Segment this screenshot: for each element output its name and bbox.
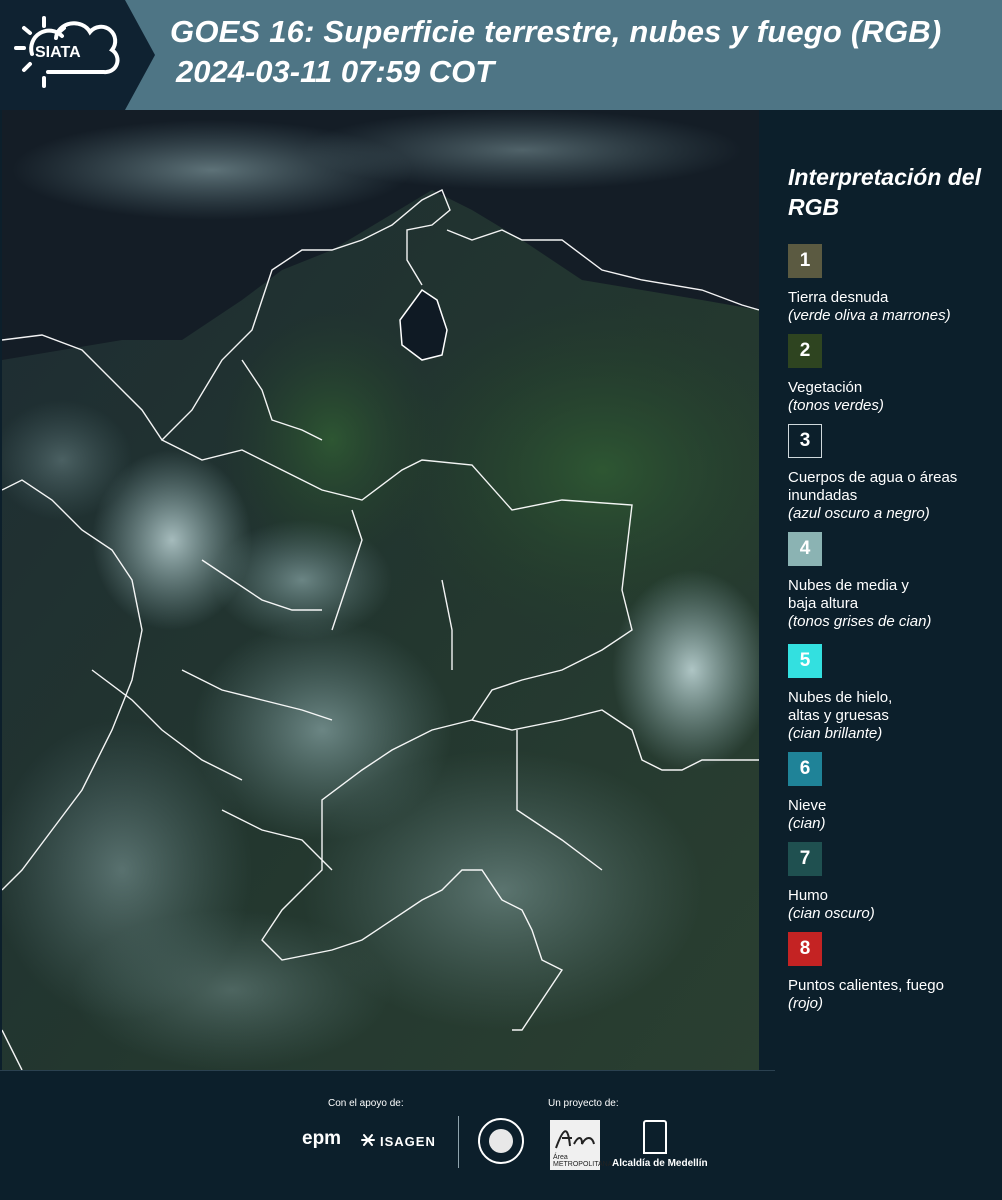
legend-label-7: Humo	[788, 887, 829, 904]
isagen-icon	[361, 1134, 375, 1146]
legend-note-7: (cian oscuro)	[788, 905, 875, 922]
legend-note-6: (cian)	[788, 815, 826, 832]
legend-note-4: (tonos grises de cian)	[788, 613, 932, 630]
siata-logo-text: SIATA	[35, 44, 81, 61]
legend-note-5: (cian brillante)	[788, 725, 883, 742]
legend-label-6: Nieve	[788, 797, 827, 814]
legend-item-1: 1 Tierra desnuda (verde oliva a marrones…	[788, 244, 998, 325]
legend-note-1: (verde oliva a marrones)	[788, 307, 951, 324]
header-bar: SIATA GOES 16: Superficie terrestre, nub…	[0, 0, 1002, 110]
support-label: Con el apoyo de:	[328, 1098, 404, 1109]
area-logo-text: Área METROPOLITANA	[553, 1154, 613, 1168]
area-metropolitana-logo[interactable]: Área METROPOLITANA	[550, 1120, 612, 1170]
legend-item-3: 3 Cuerpos de agua o áreas inundadas (azu…	[788, 424, 998, 523]
legend-swatch-3: 3	[788, 424, 822, 458]
alcaldia-shield-icon	[643, 1120, 667, 1154]
legend-note-8: (rojo)	[788, 995, 824, 1012]
siata-logo[interactable]: SIATA	[0, 0, 125, 110]
legend-note-3: (azul oscuro a negro)	[788, 505, 930, 522]
legend-swatch-2: 2	[788, 334, 822, 368]
legend-item-8: 8 Puntos calientes, fuego (rojo)	[788, 932, 998, 1013]
isagen-logo[interactable]: ISAGEN	[380, 1134, 436, 1149]
legend-swatch-6: 6	[788, 752, 822, 786]
legend-swatch-4: 4	[788, 532, 822, 566]
legend-title: Interpretación del RGB	[788, 164, 981, 220]
legend-item-4: 4 Nubes de media y baja altura (tonos gr…	[788, 532, 998, 631]
logo-chevron	[125, 0, 155, 110]
legend-item-2: 2 Vegetación (tonos verdes)	[788, 334, 998, 415]
legend-swatch-5: 5	[788, 644, 822, 678]
legend-swatch-1: 1	[788, 244, 822, 278]
page-title: GOES 16: Superficie terrestre, nubes y f…	[170, 14, 942, 49]
satellite-map-image	[2, 110, 759, 1070]
legend-item-6: 6 Nieve (cian)	[788, 752, 998, 833]
page-timestamp: 2024-03-11 07:59 COT	[176, 54, 495, 89]
footer-divider	[0, 1070, 775, 1071]
seal-emblem	[489, 1129, 513, 1153]
legend-label-5: Nubes de hielo, altas y gruesas	[788, 689, 893, 724]
legend-label-2: Vegetación	[788, 379, 863, 396]
epm-logo[interactable]: epm	[302, 1128, 341, 1150]
legend-panel: Interpretación del RGB 1 Tierra desnuda …	[760, 110, 1002, 1070]
legend-label-4: Nubes de media y baja altura	[788, 577, 909, 612]
medellin-seal-icon[interactable]	[478, 1118, 524, 1164]
project-label: Un proyecto de:	[548, 1098, 619, 1109]
footer: Con el apoyo de: Un proyecto de: epm ISA…	[0, 1070, 1002, 1200]
legend-swatch-8: 8	[788, 932, 822, 966]
legend-label-1: Tierra desnuda	[788, 289, 889, 306]
footer-separator	[458, 1116, 459, 1168]
legend-label-8: Puntos calientes, fuego	[788, 977, 944, 994]
legend-label-3: Cuerpos de agua o áreas inundadas	[788, 469, 958, 504]
area-script-icon	[555, 1130, 595, 1149]
satellite-map[interactable]	[2, 110, 759, 1070]
legend-item-5: 5 Nubes de hielo, altas y gruesas (cian …	[788, 644, 998, 743]
legend-item-7: 7 Humo (cian oscuro)	[788, 842, 998, 923]
alcaldia-medellin-logo[interactable]: Alcaldía de Medellín	[612, 1158, 708, 1169]
legend-swatch-7: 7	[788, 842, 822, 876]
legend-note-2: (tonos verdes)	[788, 397, 884, 414]
